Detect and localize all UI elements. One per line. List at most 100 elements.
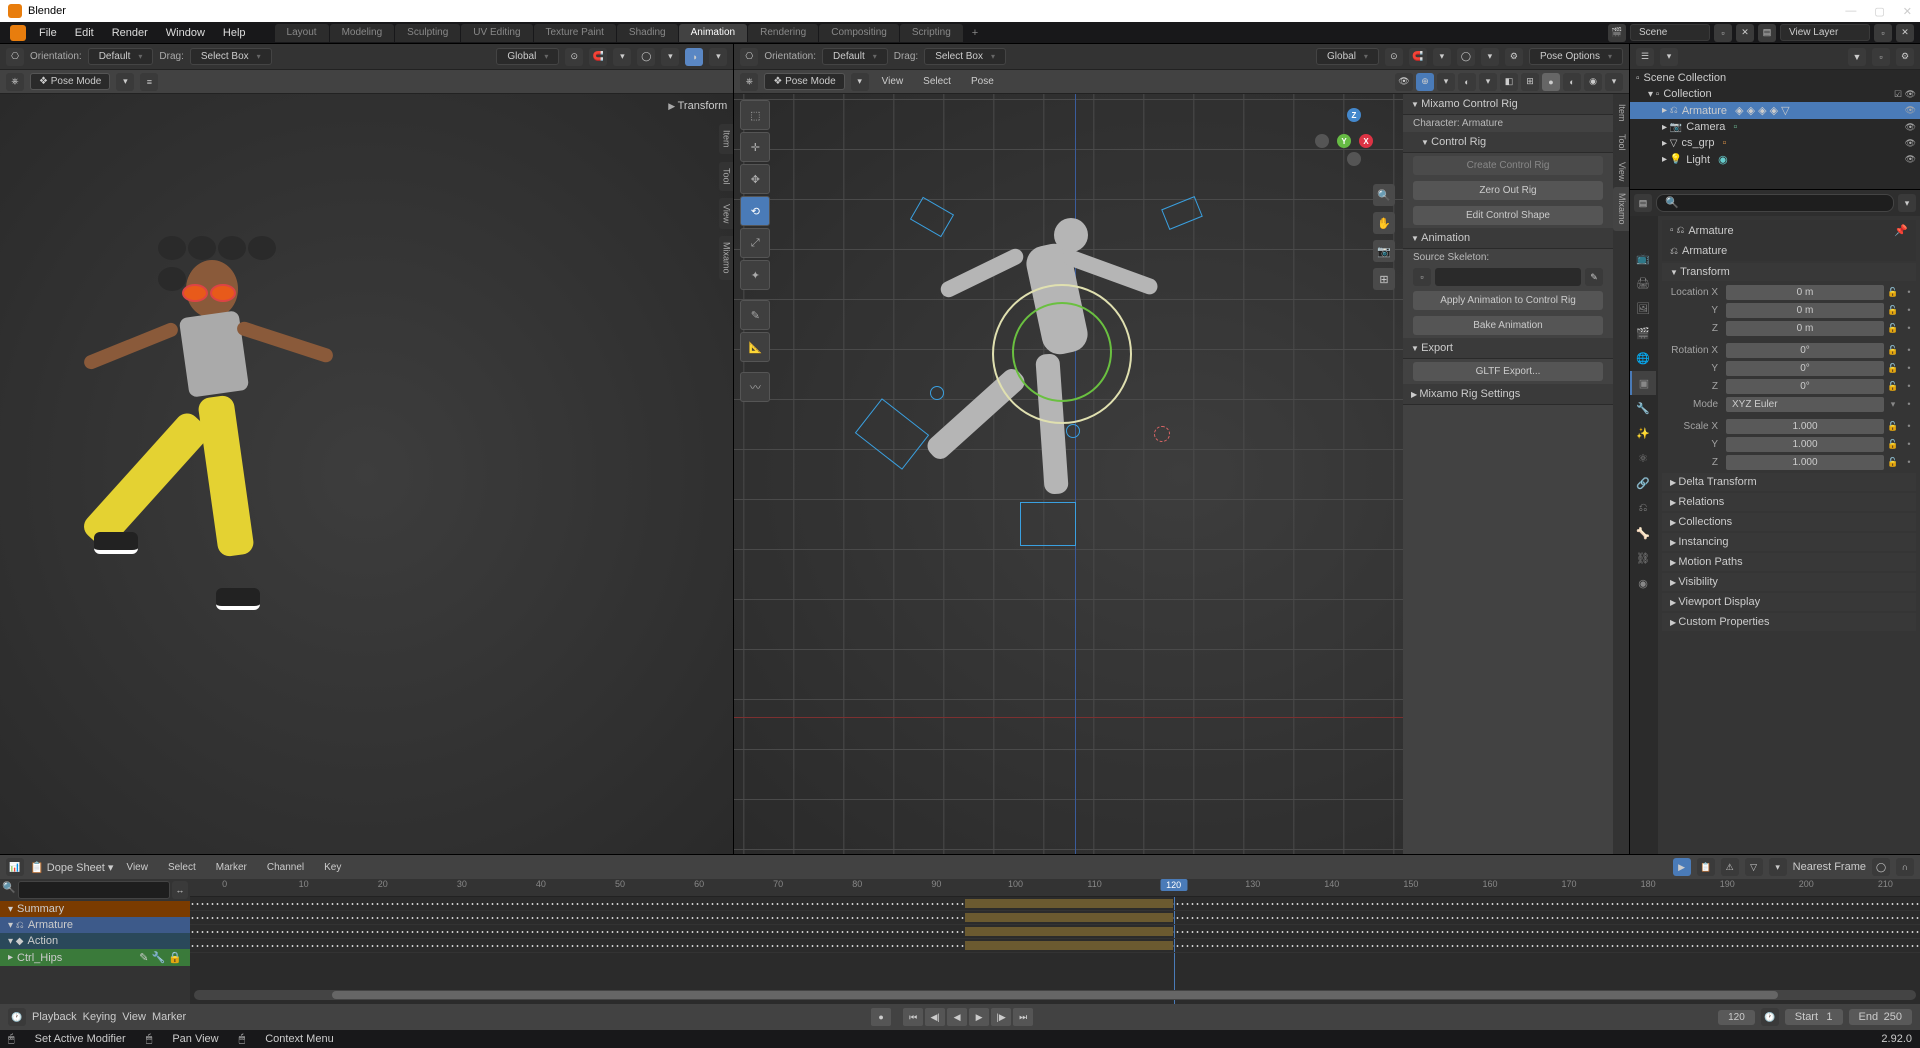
shading-material-icon[interactable]: ◐ <box>1563 73 1581 91</box>
bake-animation-button[interactable]: Bake Animation <box>1413 316 1603 335</box>
tab-render-icon[interactable]: 📺 <box>1630 246 1656 270</box>
mode-context-icon[interactable]: ≡ <box>140 73 158 91</box>
panel-instancing[interactable]: Instancing <box>1662 533 1916 551</box>
outliner-item-light[interactable]: ▸ 💡 Light ◉👁 <box>1630 151 1920 168</box>
timeline-editor-icon[interactable]: 🕐 <box>8 1008 26 1026</box>
rotation-x[interactable]: 0° <box>1726 343 1884 358</box>
auto-merge-icon[interactable]: ∩ <box>1896 858 1914 876</box>
menu-render[interactable]: Render <box>103 27 157 39</box>
tab-boneconstraint-icon[interactable]: ⛓ <box>1630 546 1656 570</box>
scene-browse-icon[interactable]: 🎬 <box>1608 24 1626 42</box>
keying-menu[interactable]: Keying <box>83 1011 117 1023</box>
proportional-type-icon[interactable]: ▾ <box>661 48 679 66</box>
view3d-right[interactable]: ⬚ ✛ ✥ ⟲ ⤢ ✦ ✎ 📐 〰 X Y Z <box>734 94 1629 854</box>
transform-orientation[interactable]: Global <box>496 48 559 65</box>
overlays-dropdown-icon[interactable]: ▾ <box>1479 73 1497 91</box>
tab-texture-paint[interactable]: Texture Paint <box>534 24 616 42</box>
source-skeleton-browse-icon[interactable]: ▫ <box>1413 268 1431 286</box>
pivot-icon[interactable]: ⊙ <box>1385 48 1403 66</box>
menu-file[interactable]: File <box>30 27 66 39</box>
tl-marker-menu[interactable]: Marker <box>152 1011 186 1023</box>
channel-search-input[interactable] <box>18 881 170 899</box>
mode-link-icon[interactable]: ▾ <box>116 73 134 91</box>
mode-select-right[interactable]: Pose Mode <box>764 73 844 90</box>
tab-bone-icon[interactable]: 🦴 <box>1630 521 1656 545</box>
mixamo-rig-settings-header[interactable]: Mixamo Rig Settings <box>1403 384 1613 405</box>
outliner-item-camera[interactable]: ▸ 📷 Camera ▫👁 <box>1630 119 1920 135</box>
select-menu[interactable]: Select <box>916 76 958 87</box>
view3d-left[interactable]: ▶ Transform Item Tool View Mixamo <box>0 94 733 854</box>
pose-menu[interactable]: Pose <box>964 76 1001 87</box>
tab-animation[interactable]: Animation <box>679 24 747 42</box>
keyframe-area[interactable]: 0102030405060708090100110120130140150160… <box>190 879 1920 1004</box>
snap-icon[interactable]: 🧲 <box>589 48 607 66</box>
move-tool[interactable]: ✥ <box>740 164 770 194</box>
tab-physics-icon[interactable]: ⚛ <box>1630 446 1656 470</box>
tab-material-icon[interactable]: ◉ <box>1630 571 1656 595</box>
side-tab-view[interactable]: View <box>1613 156 1629 187</box>
rotate-tool[interactable]: ⟲ <box>740 196 770 226</box>
shading-dropdown-icon[interactable]: ▾ <box>1605 73 1623 91</box>
channel-action[interactable]: ▾ ◆ Action <box>0 933 190 949</box>
summary-icon[interactable]: 📋 <box>1697 858 1715 876</box>
panel-viewport-display[interactable]: Viewport Display <box>1662 593 1916 611</box>
outliner[interactable]: ▫ Scene Collection ▾ ▫ Collection☑ 👁 ▸ ⎌… <box>1630 70 1920 190</box>
side-tab-item[interactable]: Item <box>1613 98 1629 128</box>
tab-data-icon[interactable]: ⎌ <box>1630 496 1656 520</box>
shading-wireframe-icon[interactable]: ⊞ <box>1521 73 1539 91</box>
rotation-z[interactable]: 0° <box>1726 379 1884 394</box>
property-name-field[interactable]: ⎌ Armature <box>1662 241 1916 261</box>
blender-icon[interactable] <box>10 25 26 41</box>
frame-start[interactable]: Start 1 <box>1785 1009 1843 1025</box>
view-layer-selector[interactable]: View Layer <box>1780 24 1870 41</box>
current-frame[interactable]: 120 <box>1718 1010 1755 1025</box>
transform-panel-header[interactable]: Transform <box>1662 263 1916 281</box>
lock-icon[interactable]: 🔓 <box>1886 342 1900 358</box>
measure-tool[interactable]: 📐 <box>740 332 770 362</box>
lock-icon[interactable]: 🔓 <box>1886 418 1900 434</box>
channel-summary[interactable]: ▾ Summary <box>0 901 190 917</box>
cursor-tool[interactable]: ✛ <box>740 132 770 162</box>
tab-modifier-icon[interactable]: 🔧 <box>1630 396 1656 420</box>
panel-collections[interactable]: Collections <box>1662 513 1916 531</box>
selected-only-icon[interactable]: ⚠ <box>1721 858 1739 876</box>
source-skeleton-field[interactable] <box>1435 268 1581 286</box>
tab-rendering[interactable]: Rendering <box>748 24 818 42</box>
tab-viewlayer-icon[interactable]: 🖼 <box>1630 296 1656 320</box>
menu-edit[interactable]: Edit <box>66 27 103 39</box>
prev-keyframe-button[interactable]: ◀| <box>925 1008 945 1026</box>
side-tab-view[interactable]: View <box>719 198 733 229</box>
side-tab-item[interactable]: Item <box>719 124 733 154</box>
panel-relations[interactable]: Relations <box>1662 493 1916 511</box>
drag-select[interactable]: Select Box <box>190 48 272 65</box>
gizmo-dropdown-icon[interactable]: ▾ <box>1437 73 1455 91</box>
minimize-button[interactable]: — <box>1845 5 1856 18</box>
zero-out-rig-button[interactable]: Zero Out Rig <box>1413 181 1603 200</box>
tab-scripting[interactable]: Scripting <box>900 24 963 42</box>
control-rig-header[interactable]: Control Rig <box>1403 132 1613 153</box>
channel-filter-icon[interactable]: ↔ <box>172 881 188 899</box>
lock-icon[interactable]: 🔓 <box>1886 320 1900 336</box>
tab-modeling[interactable]: Modeling <box>330 24 395 42</box>
lock-icon[interactable]: 🔓 <box>1886 360 1900 376</box>
transform-tool[interactable]: ✦ <box>740 260 770 290</box>
jump-start-button[interactable]: ⏮ <box>903 1008 923 1026</box>
edit-control-shape-button[interactable]: Edit Control Shape <box>1413 206 1603 225</box>
autokey-button[interactable]: ● <box>871 1008 891 1026</box>
select-tool[interactable]: ⬚ <box>740 100 770 130</box>
gizmo-toggle-icon[interactable]: ⊕ <box>1416 73 1434 91</box>
tab-layout[interactable]: Layout <box>275 24 329 42</box>
channel-ctrl-hips[interactable]: ▸ Ctrl_Hips✎ 🔧 🔒 <box>0 949 190 966</box>
perspective-icon[interactable]: ⊞ <box>1373 268 1395 290</box>
play-button[interactable]: ▶ <box>969 1008 989 1026</box>
menu-window[interactable]: Window <box>157 27 214 39</box>
tab-world-icon[interactable]: 🌐 <box>1630 346 1656 370</box>
drag-select[interactable]: Select Box <box>924 48 1006 65</box>
tab-shading[interactable]: Shading <box>617 24 678 42</box>
snap-type-icon[interactable]: ▾ <box>1433 48 1451 66</box>
pan-icon[interactable]: ✋ <box>1373 212 1395 234</box>
scene-new-icon[interactable]: ▫ <box>1714 24 1732 42</box>
mixamo-panel-header[interactable]: Mixamo Control Rig <box>1403 94 1613 115</box>
panel-custom-properties[interactable]: Custom Properties <box>1662 613 1916 631</box>
tab-uv-editing[interactable]: UV Editing <box>461 24 532 42</box>
